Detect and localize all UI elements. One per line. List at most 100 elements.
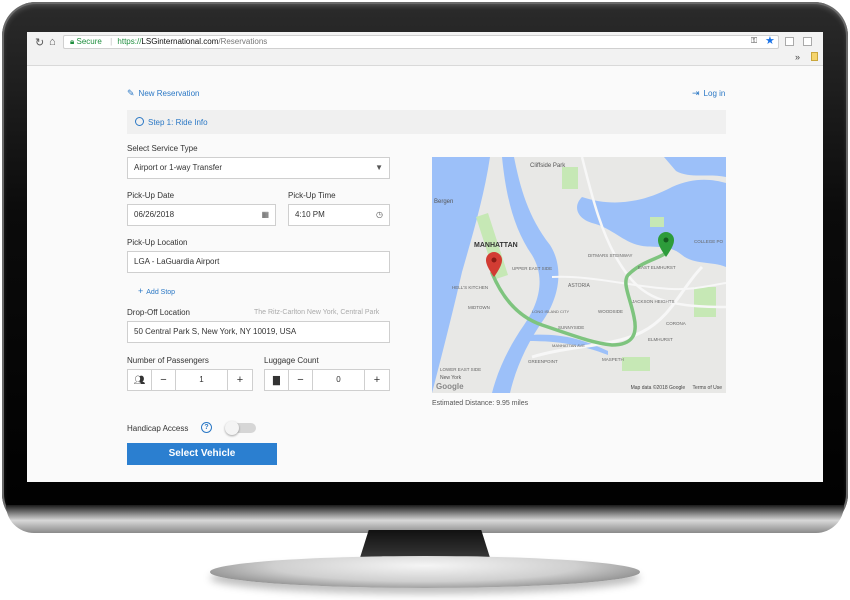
reload-icon[interactable]: ↻ [35, 36, 44, 49]
park [650, 217, 664, 227]
pickup-location-value: LGA - LaGuardia Airport [134, 257, 220, 266]
passengers-increment-button[interactable]: + [228, 370, 252, 390]
passengers-label: Number of Passengers [127, 356, 209, 365]
luggage-value[interactable]: 0 [313, 370, 365, 390]
pickup-location-input[interactable]: LGA - LaGuardia Airport [127, 251, 390, 273]
bookmarks-overflow-icon[interactable]: » [795, 52, 800, 62]
map-label: GREENPOINT [528, 359, 558, 364]
map-label: MASPETH [602, 357, 624, 362]
address-bar[interactable]: 🔒︎ Secure | https://LSGinternational.com… [63, 35, 779, 49]
secure-label: Secure [76, 37, 102, 46]
extension-icon[interactable] [785, 37, 794, 46]
map-canvas: Cliffside Park Bergen MANHATTAN UPPER EA… [432, 157, 726, 393]
edit-icon: ✎ [127, 88, 135, 98]
pickup-time-label: Pick-Up Time [288, 191, 336, 200]
handicap-toggle[interactable] [225, 421, 256, 435]
people-icon: 👥︎ [128, 370, 152, 390]
select-vehicle-button[interactable]: Select Vehicle [127, 443, 277, 465]
pickup-date-input[interactable]: 06/26/2018 ▦ [127, 204, 276, 226]
map-label: WOODSIDE [598, 309, 623, 314]
dropoff-marker-dot [491, 257, 497, 263]
map-label: SUNNYSIDE [558, 325, 584, 330]
key-icon[interactable]: ⚿ [751, 36, 757, 46]
service-type-label: Select Service Type [127, 144, 198, 153]
passengers-value[interactable]: 1 [176, 370, 228, 390]
luggage-stepper: ▇ − 0 + [264, 369, 390, 391]
pickup-date-label: Pick-Up Date [127, 191, 175, 200]
passengers-stepper: 👥︎ − 1 + [127, 369, 253, 391]
calendar-icon[interactable]: ▦ [261, 205, 269, 225]
bookmark-star-icon[interactable]: ★ [765, 34, 775, 47]
map-label: UPPER EAST SIDE [512, 266, 552, 271]
map-attribution: Map data ©2018 Google Terms of Use [432, 385, 726, 393]
new-reservation-label: New Reservation [138, 89, 200, 98]
extension-icon[interactable] [803, 37, 812, 46]
map-label: JACKSON HEIGHTS [632, 299, 675, 304]
map-label: COLLEGE PO [694, 239, 724, 244]
browser-toolbar: ↻ ⌂ 🔒︎ Secure | https://LSGinternational… [27, 32, 823, 66]
luggage-decrement-button[interactable]: − [289, 370, 313, 390]
monitor-rim [6, 505, 844, 533]
plus-icon: + [138, 286, 144, 296]
map-label: MIDTOWN [468, 305, 490, 310]
map-label: ELMHURST [648, 337, 673, 342]
park [562, 167, 578, 189]
step-indicator: Step 1: Ride Info [127, 110, 726, 134]
flushing-meadows-park [694, 287, 716, 317]
login-icon: ⇥ [692, 88, 700, 98]
passengers-decrement-button[interactable]: − [152, 370, 176, 390]
map-label: ASTORIA [568, 283, 591, 289]
map-label: MANHATTAN [474, 242, 518, 249]
pickup-time-value: 4:10 PM [295, 210, 325, 219]
new-reservation-link[interactable]: ✎ New Reservation [127, 88, 199, 99]
clock-icon[interactable]: ◷ [376, 205, 383, 225]
map-label: LOWER EAST SIDE [440, 367, 481, 372]
step-label: Step 1: Ride Info [148, 118, 208, 127]
dropoff-location-label: Drop-Off Location [127, 308, 190, 317]
lock-icon: 🔒︎ [70, 37, 75, 46]
address-separator: | [110, 37, 113, 46]
add-stop-link[interactable]: + Add Stop [138, 286, 175, 296]
bookmark-folder-icon[interactable] [811, 52, 818, 61]
dropoff-location-hint: The Ritz-Carlton New York, Central Park [254, 309, 380, 316]
dropoff-location-input[interactable]: 50 Central Park S, New York, NY 10019, U… [127, 321, 390, 343]
login-link[interactable]: ⇥ Log in [692, 88, 725, 99]
map-label: DITMARS STEINWAY [588, 253, 633, 258]
pickup-location-label: Pick-Up Location [127, 238, 188, 247]
help-icon[interactable]: ? [201, 422, 212, 433]
cemetery-park [622, 357, 650, 371]
home-icon[interactable]: ⌂ [49, 36, 56, 48]
url-scheme: https:// [117, 37, 142, 46]
map-label: LONG ISLAND CITY [532, 309, 569, 314]
pickup-marker-dot [663, 237, 669, 243]
caret-down-icon: ▼ [375, 163, 383, 172]
monitor-stand-base [210, 556, 640, 588]
pickup-date-value: 06/26/2018 [134, 210, 175, 219]
step-circle-icon [135, 117, 144, 126]
screen: ↻ ⌂ 🔒︎ Secure | https://LSGinternational… [27, 32, 823, 482]
dropoff-location-value: 50 Central Park S, New York, NY 10019, U… [134, 327, 297, 336]
map-label: Bergen [434, 199, 453, 205]
luggage-icon: ▇ [265, 370, 289, 390]
service-type-value: Airport or 1-way Transfer [134, 163, 223, 172]
route-map[interactable]: Cliffside Park Bergen MANHATTAN UPPER EA… [432, 157, 726, 393]
add-stop-label: Add Stop [146, 289, 176, 296]
map-label: HELL'S KITCHEN [452, 285, 488, 290]
map-label: EAST ELMHURST [638, 265, 676, 270]
url-path: /Reservations [218, 37, 268, 46]
url-host: LSGinternational.com [141, 37, 219, 46]
map-label: MANHATTAN AVE [552, 343, 585, 348]
luggage-increment-button[interactable]: + [365, 370, 389, 390]
luggage-label: Luggage Count [264, 356, 319, 365]
map-label: Cliffside Park [530, 163, 566, 169]
map-data-credit: Map data ©2018 Google [630, 385, 686, 391]
service-type-select[interactable]: Airport or 1-way Transfer ▼ [127, 157, 390, 179]
estimated-distance: Estimated Distance: 9.95 miles [432, 400, 529, 407]
toggle-knob [225, 421, 239, 435]
pickup-time-input[interactable]: 4:10 PM ◷ [288, 204, 390, 226]
map-label: New York [440, 375, 462, 381]
handicap-label: Handicap Access [127, 424, 189, 433]
map-label: CORONA [666, 321, 686, 326]
terms-of-use-link[interactable]: Terms of Use [693, 385, 722, 391]
login-label: Log in [703, 89, 726, 98]
